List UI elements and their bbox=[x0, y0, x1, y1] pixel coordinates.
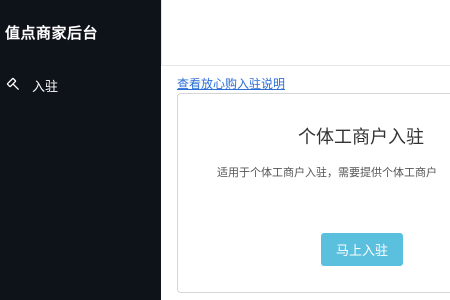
brand-title: 值点商家后台 bbox=[5, 24, 99, 42]
merchant-type-card: 个体工商户入驻 适用于个体工商户入驻，需要提供个体工商户 马上入驻 bbox=[177, 93, 450, 293]
card-title: 个体工商户入驻 bbox=[298, 127, 424, 148]
sidebar-item-join[interactable]: 入驻 bbox=[6, 76, 59, 95]
top-header bbox=[161, 0, 450, 66]
main-content: 查看放心购入驻说明 个体工商户入驻 适用于个体工商户入驻，需要提供个体工商户 马… bbox=[161, 66, 450, 300]
card-description: 适用于个体工商户入驻，需要提供个体工商户 bbox=[217, 166, 437, 179]
sidebar-item-label: 入驻 bbox=[32, 79, 59, 95]
help-link[interactable]: 查看放心购入驻说明 bbox=[177, 75, 285, 92]
join-now-button[interactable]: 马上入驻 bbox=[321, 233, 403, 266]
sidebar: 值点商家后台 入驻 bbox=[0, 0, 161, 300]
gavel-icon bbox=[6, 77, 22, 93]
